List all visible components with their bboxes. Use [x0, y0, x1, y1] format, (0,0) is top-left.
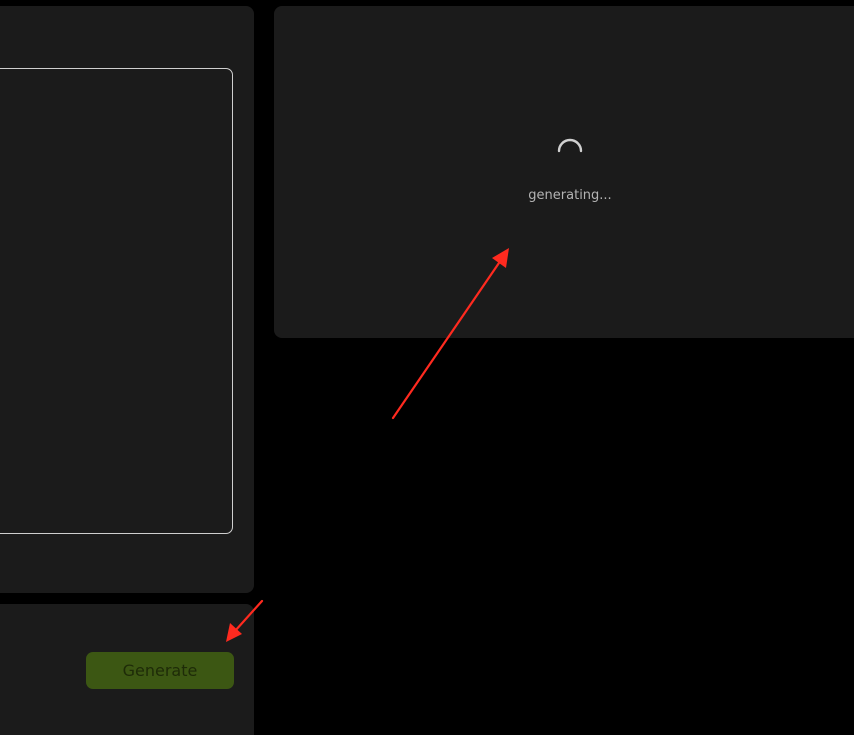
prompt-input[interactable]	[0, 68, 233, 534]
output-panel	[274, 6, 854, 338]
generate-button[interactable]: Generate	[86, 652, 234, 689]
app-root: Generate generating...	[0, 0, 854, 735]
loading-spinner-icon	[557, 138, 583, 153]
generation-status-text: generating...	[528, 188, 612, 203]
